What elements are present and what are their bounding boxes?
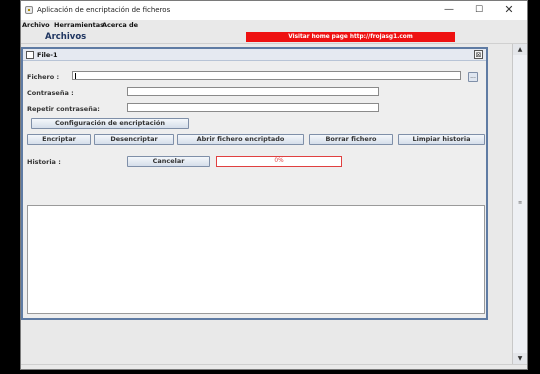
bottom-status-bar — [21, 364, 527, 369]
section-title: Archivos — [45, 32, 87, 42]
menu-archivo[interactable]: Archivo — [22, 21, 50, 29]
app-icon — [25, 6, 33, 14]
text-caret — [75, 73, 76, 79]
encrypt-button[interactable]: Encriptar — [27, 134, 91, 145]
password-field[interactable] — [127, 87, 379, 96]
open-encrypted-file-button[interactable]: Abrir fichero encriptado — [177, 134, 304, 145]
maximize-button[interactable]: ☐ — [465, 3, 493, 17]
title-bar[interactable]: Aplicación de encriptación de ficheros —… — [21, 1, 527, 20]
menu-herramientas[interactable]: Herramientas — [54, 21, 104, 29]
password-label: Contraseña : — [27, 89, 74, 97]
fichero-label: Fichero : — [27, 73, 60, 81]
clear-history-button[interactable]: Limpiar historia — [398, 134, 485, 145]
window-title: Aplicación de encriptación de ficheros — [37, 6, 171, 14]
menu-acerca-de[interactable]: Acerca de — [102, 21, 138, 29]
toolbar: Archivos Visitar home page http://frojas… — [21, 30, 527, 44]
menu-bar: Archivo Herramientas Acerca de — [21, 20, 527, 30]
scroll-down-icon[interactable]: ▼ — [513, 353, 527, 364]
history-text-area[interactable] — [27, 205, 485, 314]
frame-select-checkbox[interactable] — [26, 51, 34, 59]
progress-text: 0% — [274, 158, 284, 164]
decrypt-button[interactable]: Desencriptar — [94, 134, 174, 145]
history-label: Historia : — [27, 158, 61, 166]
progress-bar: 0% — [216, 156, 342, 167]
browse-button[interactable]: ... — [468, 72, 478, 82]
repeat-password-field[interactable] — [127, 103, 379, 112]
repeat-password-label: Repetir contraseña: — [27, 105, 100, 113]
cancel-button[interactable]: Cancelar — [127, 156, 210, 167]
encryption-config-button[interactable]: Configuración de encriptación — [31, 118, 189, 129]
delete-file-button[interactable]: Borrar fichero — [309, 134, 393, 145]
app-window: Aplicación de encriptación de ficheros —… — [20, 0, 528, 370]
close-button[interactable]: ✕ — [495, 3, 523, 17]
fichero-input[interactable] — [72, 71, 461, 80]
desktop-pane: File-1 ⊠ Fichero : ... Contraseña : Repe… — [21, 44, 512, 364]
internal-frame-file-1: File-1 ⊠ Fichero : ... Contraseña : Repe… — [21, 47, 488, 320]
home-page-link[interactable]: Visitar home page http://frojasg1.com — [246, 32, 455, 42]
scroll-up-icon[interactable]: ▲ — [513, 44, 527, 55]
minimize-button[interactable]: — — [435, 3, 463, 17]
close-icon[interactable]: ⊠ — [474, 50, 483, 59]
internal-frame-title-bar[interactable]: File-1 ⊠ — [23, 49, 486, 61]
vertical-scrollbar[interactable]: ▲ ≡ ▼ — [512, 44, 527, 364]
scroll-grip-icon[interactable]: ≡ — [518, 201, 522, 206]
internal-frame-title: File-1 — [37, 51, 58, 59]
